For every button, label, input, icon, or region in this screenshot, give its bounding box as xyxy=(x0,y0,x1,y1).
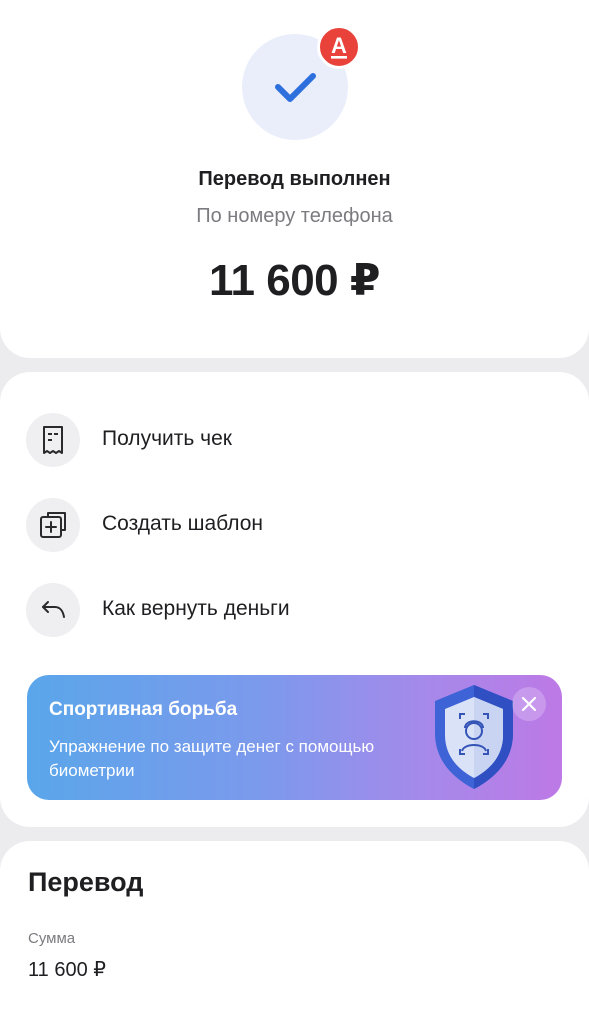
close-icon xyxy=(521,696,537,712)
promo-title: Спортивная борьба xyxy=(49,699,238,720)
amount-label: Сумма xyxy=(28,930,76,947)
biometrics-promo-banner[interactable]: Спортивная борьба Упражнение по защите д… xyxy=(27,675,562,800)
how-to-return-money-label: Как вернуть деньги xyxy=(102,597,290,620)
return-arrow-icon xyxy=(26,583,80,637)
alfa-bank-letter: А xyxy=(331,33,347,58)
get-receipt-button[interactable]: Получить чек xyxy=(26,413,506,469)
transfer-amount: 11 600 ₽ xyxy=(209,256,381,305)
actions-card: Получить чек Создать шаблон Как вернуть … xyxy=(0,372,589,827)
receipt-icon xyxy=(26,413,80,467)
add-template-icon xyxy=(26,498,80,552)
create-template-label: Создать шаблон xyxy=(102,512,264,535)
details-title: Перевод xyxy=(28,867,144,897)
create-template-button[interactable]: Создать шаблон xyxy=(26,498,506,554)
how-to-return-money-button[interactable]: Как вернуть деньги xyxy=(26,583,506,639)
transfer-details-card: Перевод Сумма 11 600 ₽ xyxy=(0,841,589,1031)
alfa-bank-logo: А xyxy=(317,25,361,69)
amount-value: 11 600 ₽ xyxy=(28,959,106,981)
promo-text: Упражнение по защите денег с помощью био… xyxy=(49,737,375,780)
status-subtitle: По номеру телефона xyxy=(196,205,393,227)
biometric-shield-icon xyxy=(435,685,513,789)
get-receipt-label: Получить чек xyxy=(102,427,232,450)
status-title: Перевод выполнен xyxy=(198,168,391,190)
status-card: А Перевод выполнен По номеру телефона 11… xyxy=(0,0,589,358)
promo-close-button[interactable] xyxy=(512,687,546,721)
